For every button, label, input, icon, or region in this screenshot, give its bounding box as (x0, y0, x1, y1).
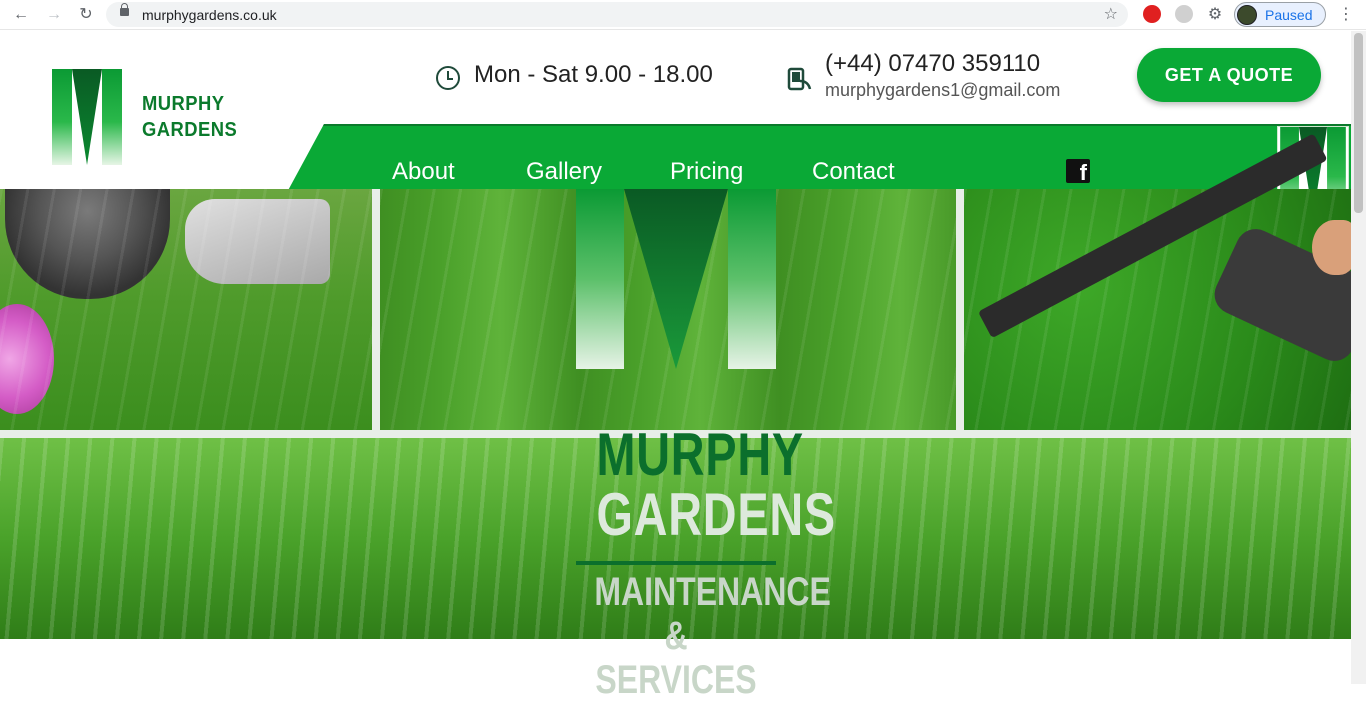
lock-icon[interactable] (120, 3, 129, 16)
nav-contact[interactable]: Contact (812, 158, 895, 186)
logo-line-1: MURPHY (142, 93, 225, 115)
opera-extension-icon[interactable] (1143, 5, 1161, 23)
email-address[interactable]: murphygardens1@gmail.com (825, 80, 1060, 101)
nav-pricing[interactable]: Pricing (670, 158, 743, 186)
logo-text[interactable]: MURPHY GARDENS (142, 91, 237, 143)
clock-icon (436, 66, 460, 90)
hero-tagline: MAINTENANCE & SERVICES (594, 570, 831, 702)
facebook-icon[interactable]: f (1066, 159, 1090, 183)
hero-name-line-2: GARDENS (596, 481, 836, 548)
phone-number[interactable]: (+44) 07470 359110 (825, 50, 1040, 78)
reload-icon[interactable]: ↻ (75, 4, 97, 26)
hero-brand-name: MURPHY GARDENS (596, 421, 836, 548)
browser-toolbar: ← → ↻ murphygardens.co.uk ☆ ⚙ Paused ⋮ (0, 0, 1366, 30)
kebab-menu-icon[interactable]: ⋮ (1338, 4, 1354, 24)
logo-line-2: GARDENS (142, 119, 238, 141)
phone-icon (787, 67, 812, 91)
nav-gallery[interactable]: Gallery (526, 158, 602, 186)
back-icon[interactable]: ← (10, 4, 32, 26)
hero-tagline-line-2: & SERVICES (595, 614, 757, 702)
nav-about[interactable]: About (392, 158, 455, 186)
hero-name-line-1: MURPHY (596, 421, 804, 488)
opening-hours: Mon - Sat 9.00 - 18.00 (474, 61, 713, 88)
address-bar[interactable]: murphygardens.co.uk ☆ (106, 2, 1128, 27)
hero-divider (576, 561, 776, 565)
profile-status: Paused (1265, 7, 1313, 23)
scrollbar-thumb[interactable] (1354, 33, 1363, 213)
avatar (1237, 5, 1257, 25)
bookmark-star-icon[interactable]: ☆ (1104, 4, 1118, 24)
profile-button[interactable]: Paused (1234, 2, 1326, 27)
hero-tagline-line-1: MAINTENANCE (594, 570, 831, 614)
forward-icon[interactable]: → (43, 4, 65, 26)
puzzle-extensions-icon[interactable]: ⚙ (1204, 4, 1226, 26)
get-a-quote-button[interactable]: GET A QUOTE (1137, 48, 1321, 102)
logo-m-icon[interactable] (52, 69, 122, 165)
hero-image-lawnmower (0, 189, 372, 430)
extension-icon[interactable] (1175, 5, 1193, 23)
url-text[interactable]: murphygardens.co.uk (142, 7, 277, 23)
page-scrollbar[interactable] (1351, 31, 1366, 684)
